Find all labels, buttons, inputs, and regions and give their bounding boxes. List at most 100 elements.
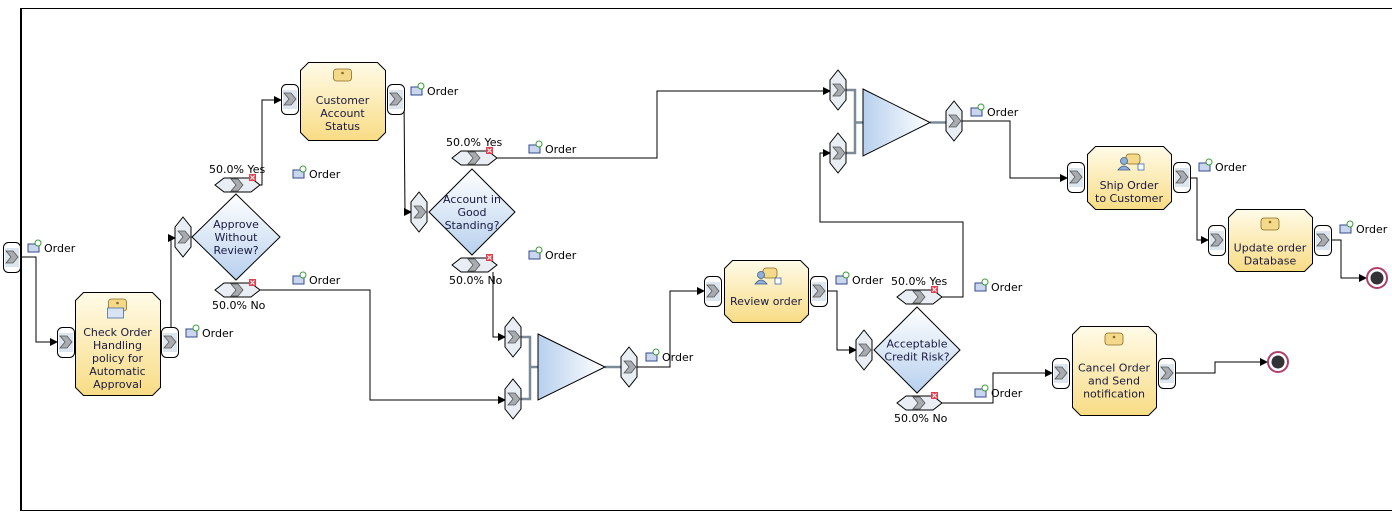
end-event-1[interactable]: [1366, 267, 1388, 289]
decision-approve[interactable]: ApproveWithoutReview?: [191, 193, 281, 281]
output-port-check[interactable]: [161, 327, 179, 358]
business-item-icon-badge: [652, 348, 660, 356]
data-association-order[interactable]: Order: [528, 140, 577, 156]
no-port-credit[interactable]: [896, 392, 943, 411]
connection-update-end[interactable]: [1331, 239, 1367, 282]
input-port-merge1-2[interactable]: [504, 378, 522, 420]
connection-cust-account[interactable]: [403, 99, 412, 216]
task-label: notification: [1083, 388, 1145, 401]
no-port-account[interactable]: [451, 254, 498, 273]
yes-port-credit[interactable]: [896, 286, 943, 305]
decision-label: Account in: [443, 193, 501, 206]
decision-label: Review?: [213, 244, 258, 257]
data-label: Order: [545, 249, 577, 262]
output-port-cancel[interactable]: [1158, 358, 1176, 389]
end-event-2[interactable]: [1267, 351, 1289, 373]
input-port-merge2-1[interactable]: [829, 69, 847, 111]
data-label: Order: [1356, 223, 1388, 236]
data-label: Order: [991, 387, 1023, 400]
merge-connector: [846, 88, 857, 155]
table-icon: [107, 307, 124, 319]
data-association-order[interactable]: Order: [970, 103, 1019, 119]
task-icon-dot: [116, 301, 119, 305]
connection-approve-no[interactable]: [260, 289, 506, 404]
task-cust[interactable]: CustomerAccountStatus: [300, 62, 386, 141]
decision-account[interactable]: Account inGoodStanding?: [428, 168, 516, 256]
decision-label: Credit Risk?: [884, 351, 949, 364]
yes-probability-label: 50.0% Yes: [891, 275, 947, 288]
process-input-port[interactable]: [3, 242, 21, 273]
task-icon: [1104, 332, 1124, 346]
output-port-update[interactable]: [1314, 225, 1332, 256]
yes-port-account[interactable]: [451, 147, 498, 166]
task-label: Automatic: [89, 365, 145, 378]
input-port-review[interactable]: [704, 276, 722, 307]
speech-bubble: [762, 267, 778, 279]
data-association-order[interactable]: Order: [528, 246, 577, 262]
input-port-approve[interactable]: [174, 216, 192, 258]
data-label: Order: [202, 327, 234, 340]
task-label: Status: [325, 120, 360, 133]
data-label: Order: [44, 242, 76, 255]
data-association-order[interactable]: Order: [410, 82, 459, 98]
output-port-merge1[interactable]: [620, 346, 638, 388]
task-label: Update order: [1234, 242, 1307, 255]
business-item-icon-badge: [299, 165, 307, 173]
data-association-order[interactable]: Order: [1339, 220, 1388, 236]
input-port-update[interactable]: [1208, 225, 1226, 256]
process-diagram: Check OrderHandlingpolicy forAutomaticAp…: [3, 8, 1392, 511]
data-association-order[interactable]: Order: [974, 278, 1023, 294]
data-label: Order: [987, 106, 1019, 119]
input-port-cust[interactable]: [281, 84, 299, 115]
no-port-approve[interactable]: [214, 279, 261, 298]
connection-start-check[interactable]: [20, 256, 58, 346]
business-item-icon-badge: [1346, 220, 1354, 228]
data-association-order[interactable]: Order: [185, 324, 234, 340]
yes-probability-label: 50.0% Yes: [446, 136, 502, 149]
task-cancel[interactable]: Cancel Orderand Sendnotification: [1072, 326, 1157, 416]
data-association-order[interactable]: Order: [835, 271, 884, 287]
data-label: Order: [852, 274, 884, 287]
task-label: Check Order: [83, 326, 152, 339]
connection-merge2-ship[interactable]: [962, 120, 1068, 182]
input-port-check[interactable]: [57, 327, 75, 358]
connection-review-credit[interactable]: [827, 290, 857, 354]
merge2[interactable]: [846, 88, 946, 157]
output-port-ship[interactable]: [1173, 162, 1191, 193]
input-port-merge1-1[interactable]: [504, 316, 522, 358]
output-port-cust[interactable]: [387, 84, 405, 115]
input-port-ship[interactable]: [1067, 162, 1085, 193]
task-check[interactable]: Check OrderHandlingpolicy forAutomaticAp…: [75, 292, 161, 396]
merge1[interactable]: [521, 333, 621, 401]
data-association-order[interactable]: Order: [292, 165, 341, 181]
input-port-account[interactable]: [410, 191, 428, 233]
task-update[interactable]: Update orderDatabase: [1228, 209, 1313, 272]
connection-check-approve[interactable]: [168, 234, 176, 342]
connection-cancel-end[interactable]: [1175, 358, 1268, 374]
data-association-order[interactable]: Order: [292, 271, 341, 287]
data-association-order[interactable]: Order: [645, 348, 694, 364]
yes-port-approve[interactable]: [214, 174, 261, 193]
task-label: Account: [320, 107, 365, 120]
task-ship[interactable]: Ship Orderto Customer: [1087, 146, 1172, 210]
data-association-order[interactable]: Order: [27, 239, 76, 255]
data-label: Order: [545, 143, 577, 156]
no-probability-label: 50.0% No: [894, 412, 948, 425]
input-port-merge2-2[interactable]: [829, 132, 847, 174]
connection-ship-update[interactable]: [1190, 177, 1209, 244]
input-port-cancel[interactable]: [1052, 358, 1070, 389]
merge-shape: [537, 333, 607, 401]
input-port-credit[interactable]: [855, 329, 873, 371]
sub-icon: [774, 277, 782, 285]
output-port-review[interactable]: [810, 276, 828, 307]
task-icon: [1260, 217, 1280, 231]
end-event-core: [1370, 271, 1384, 285]
task-label: Database: [1244, 255, 1297, 268]
task-review[interactable]: Review order: [724, 260, 809, 323]
data-association-order[interactable]: Order: [1198, 158, 1247, 174]
task-label: Customer: [316, 94, 370, 107]
decision-credit[interactable]: AcceptableCredit Risk?: [873, 306, 961, 394]
data-association-order[interactable]: Order: [974, 384, 1023, 400]
output-port-merge2[interactable]: [945, 100, 963, 142]
data-label: Order: [991, 281, 1023, 294]
